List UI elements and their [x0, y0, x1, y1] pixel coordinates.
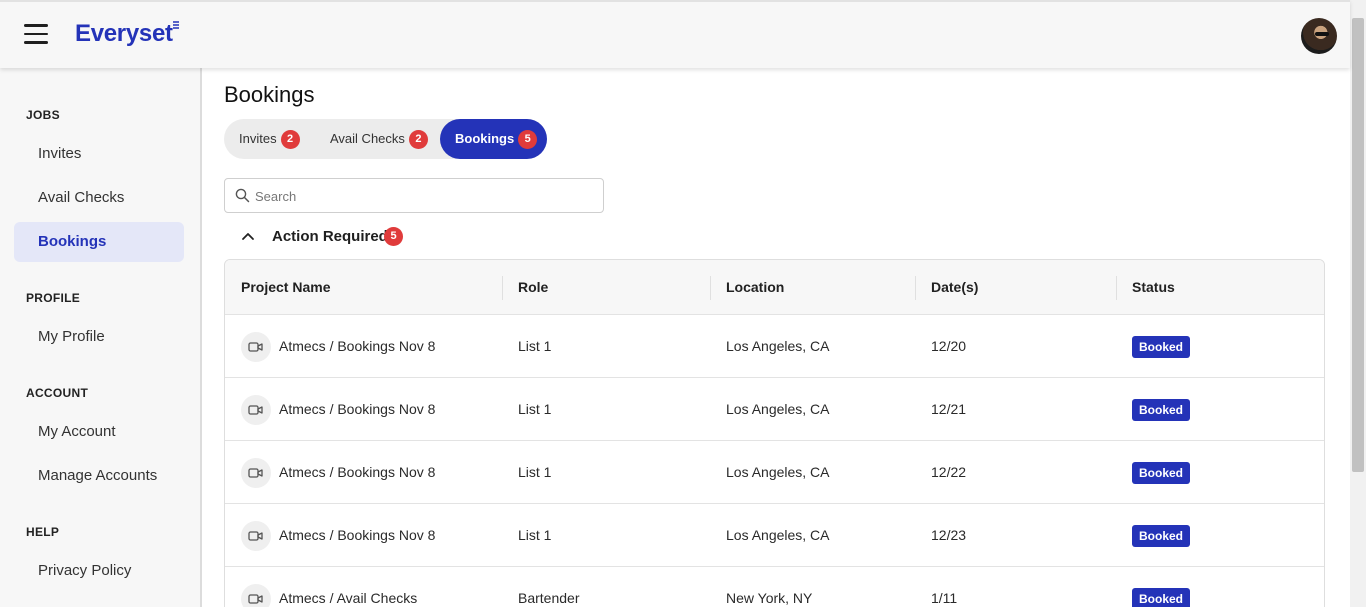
cell-project-name: Atmecs / Bookings Nov 8 — [279, 338, 436, 354]
column-header-project-name[interactable]: Project Name — [241, 260, 330, 315]
column-header-role[interactable]: Role — [518, 260, 548, 315]
cell-location: Los Angeles, CA — [726, 401, 830, 417]
sidebar-item-bookings[interactable]: Bookings — [14, 222, 184, 262]
cell-role: List 1 — [518, 464, 552, 480]
sidebar-item-privacy-policy[interactable]: Privacy Policy — [14, 551, 184, 591]
column-divider — [502, 276, 503, 300]
column-header-dates[interactable]: Date(s) — [931, 260, 978, 315]
sidebar-item-my-account[interactable]: My Account — [14, 412, 184, 452]
column-divider — [915, 276, 916, 300]
video-camera-icon — [241, 521, 271, 551]
cell-role: Bartender — [518, 590, 580, 606]
search-input[interactable] — [255, 186, 585, 206]
tab-avail-checks[interactable]: Avail Checks 2 — [330, 119, 428, 159]
top-bar: Everyset — [0, 0, 1350, 68]
cell-location: New York, NY — [726, 590, 813, 606]
sidebar-section-jobs: JOBS — [26, 108, 60, 122]
table-row[interactable]: Atmecs / Bookings Nov 8 List 1 Los Angel… — [225, 378, 1324, 441]
cell-project-name: Atmecs / Bookings Nov 8 — [279, 401, 436, 417]
column-divider — [710, 276, 711, 300]
table-row[interactable]: Atmecs / Bookings Nov 8 List 1 Los Angel… — [225, 315, 1324, 378]
logo-mark-icon — [173, 21, 179, 29]
sidebar: JOBS Invites Avail Checks Bookings PROFI… — [0, 68, 202, 607]
tab-bookings[interactable]: Bookings 5 — [440, 119, 547, 159]
status-badge: Booked — [1132, 525, 1191, 547]
bookings-table: Project Name Role Location Date(s) Statu… — [224, 259, 1325, 607]
sidebar-section-help: HELP — [26, 525, 60, 539]
brand-logo[interactable]: Everyset — [75, 20, 173, 48]
status-badge: Booked — [1132, 588, 1191, 607]
cell-location: Los Angeles, CA — [726, 464, 830, 480]
video-camera-icon — [241, 395, 271, 425]
tab-bar: Invites 2 Avail Checks 2 Bookings 5 — [224, 119, 547, 159]
scrollbar-thumb[interactable] — [1352, 18, 1364, 472]
cell-dates: 12/22 — [931, 464, 967, 480]
cell-location: Los Angeles, CA — [726, 338, 830, 354]
video-camera-icon — [241, 332, 271, 362]
section-title: Action Required — [272, 228, 388, 245]
tab-invites-count-badge: 2 — [280, 130, 300, 150]
cell-project-name: Atmecs / Bookings Nov 8 — [279, 527, 436, 543]
cell-dates: 12/20 — [931, 338, 967, 354]
table-row[interactable]: Atmecs / Avail Checks Bartender New York… — [225, 567, 1324, 607]
page-title: Bookings — [224, 82, 315, 107]
tab-bookings-label: Bookings — [455, 131, 515, 146]
video-camera-icon — [241, 584, 271, 607]
hamburger-menu-icon[interactable] — [24, 24, 48, 44]
column-divider — [1116, 276, 1117, 300]
cell-location: Los Angeles, CA — [726, 527, 830, 543]
cell-role: List 1 — [518, 527, 552, 543]
tab-bookings-count-badge: 5 — [518, 130, 538, 150]
cell-role: List 1 — [518, 338, 552, 354]
sidebar-item-avail-checks[interactable]: Avail Checks — [14, 178, 184, 218]
cell-project-name: Atmecs / Avail Checks — [279, 590, 418, 606]
section-count-badge: 5 — [384, 227, 403, 246]
tab-avail-checks-count-badge: 2 — [408, 130, 428, 150]
user-avatar[interactable] — [1301, 18, 1337, 54]
table-row[interactable]: Atmecs / Bookings Nov 8 List 1 Los Angel… — [225, 441, 1324, 504]
sidebar-item-invites[interactable]: Invites — [14, 134, 184, 174]
tab-invites[interactable]: Invites 2 — [239, 119, 300, 159]
status-badge: Booked — [1132, 399, 1191, 421]
table-header: Project Name Role Location Date(s) Statu… — [225, 260, 1324, 315]
status-badge: Booked — [1132, 462, 1191, 484]
cell-project-name: Atmecs / Bookings Nov 8 — [279, 464, 436, 480]
tab-avail-checks-label: Avail Checks — [330, 131, 405, 146]
cell-dates: 12/21 — [931, 401, 967, 417]
cell-dates: 1/11 — [931, 590, 958, 606]
video-camera-icon — [241, 458, 271, 488]
column-header-status[interactable]: Status — [1132, 260, 1175, 315]
page-scrollbar[interactable] — [1350, 0, 1366, 607]
cell-dates: 12/23 — [931, 527, 967, 543]
chevron-up-icon — [242, 233, 254, 240]
search-box — [224, 178, 604, 213]
sidebar-item-my-profile[interactable]: My Profile — [14, 317, 184, 357]
search-icon — [235, 188, 250, 203]
sidebar-section-profile: PROFILE — [26, 291, 81, 305]
cell-role: List 1 — [518, 401, 552, 417]
tab-invites-label: Invites — [239, 131, 277, 146]
sidebar-section-account: ACCOUNT — [26, 386, 89, 400]
table-row[interactable]: Atmecs / Bookings Nov 8 List 1 Los Angel… — [225, 504, 1324, 567]
status-badge: Booked — [1132, 336, 1191, 358]
column-header-location[interactable]: Location — [726, 260, 784, 315]
sidebar-item-manage-accounts[interactable]: Manage Accounts — [14, 456, 184, 496]
